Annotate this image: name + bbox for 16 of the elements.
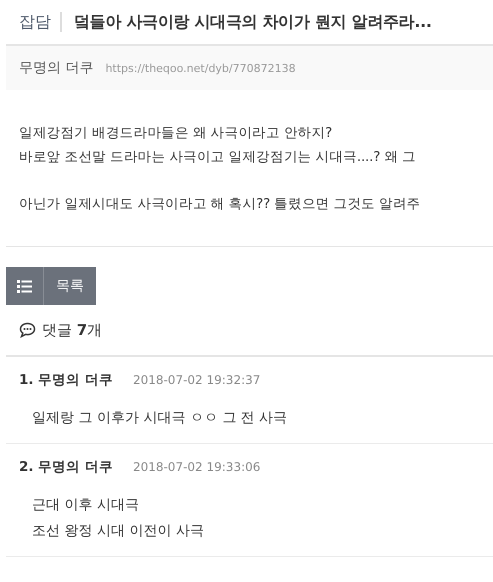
author-name: 무명의 더쿠 xyxy=(19,59,94,77)
comment-text: 일제랑 그 이후가 시대극 ㅇㅇ 그 전 사극 xyxy=(31,409,288,428)
comment-author: 2. 무명의 더쿠 xyxy=(19,458,113,476)
comment-text: 근대 이후 시대극 조선 왕정 시대 이전이 사극 xyxy=(31,496,205,541)
comments-heading: 댓글 7개 xyxy=(42,320,102,340)
post-paragraph: 아닌가 일제시대도 사극이라고 해 혹시?? 틀렸으면 그것도 알려주 xyxy=(19,195,422,214)
comment-time: 2018-07-02 19:33:06 xyxy=(132,460,260,474)
comment-author: 1. 무명의 더쿠 xyxy=(19,371,113,389)
post-title: 덬들아 사극이랑 시대극의 차이가 뭔지 알려주라... xyxy=(74,12,432,32)
list-button[interactable]: 목록 xyxy=(6,267,96,305)
post-url[interactable]: https://theqoo.net/dyb/770872138 xyxy=(105,62,296,74)
list-icon xyxy=(17,280,32,292)
speech-bubble-icon xyxy=(19,322,36,338)
comment-time: 2018-07-02 19:32:37 xyxy=(132,373,260,387)
category-label[interactable]: 잡담 xyxy=(19,12,62,32)
post-paragraph: 일제강점기 배경드라마들은 왜 사극이라고 안하지? 바로앞 조선말 드라마는 사극이고 일제강점기는 시대극....? 왜 그 xyxy=(19,124,417,167)
